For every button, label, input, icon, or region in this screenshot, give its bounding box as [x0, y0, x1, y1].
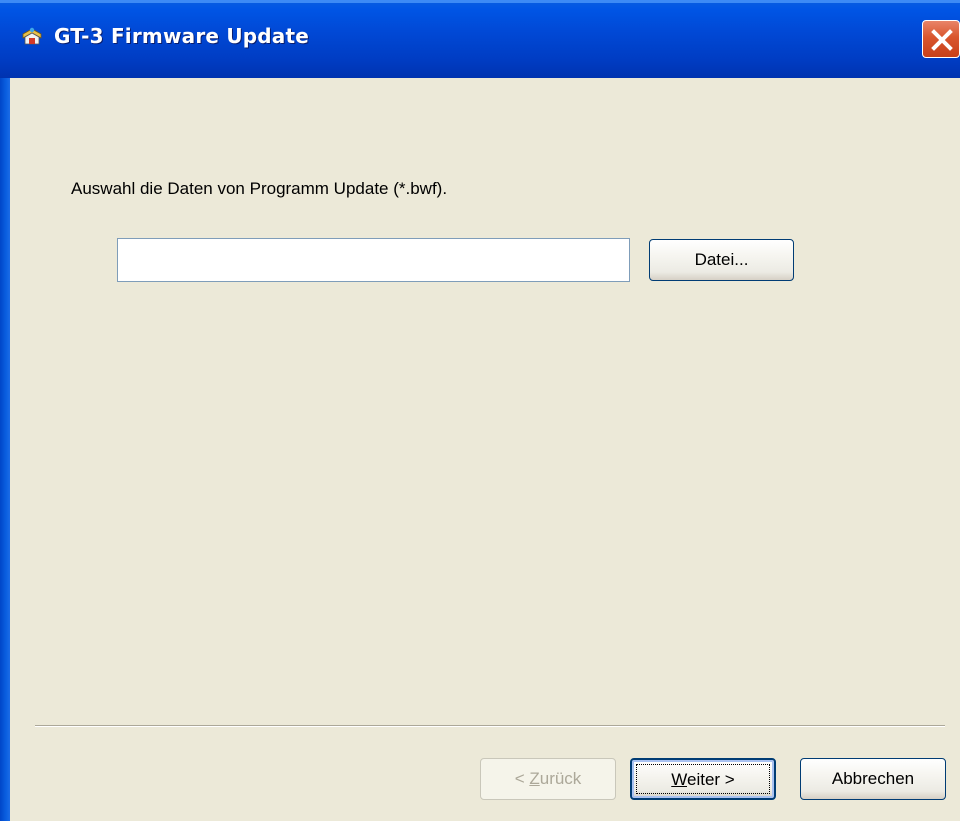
title-bar-highlight	[0, 0, 960, 3]
firmware-update-dialog: GT-3 Firmware Update Auswahl die Daten v…	[0, 0, 960, 821]
footer-separator	[35, 725, 945, 727]
back-label-rest: urück	[539, 769, 582, 788]
focus-rectangle	[636, 764, 770, 794]
title-bar[interactable]: GT-3 Firmware Update	[0, 0, 960, 78]
next-button[interactable]: Weiter >	[630, 758, 776, 800]
firmware-app-icon	[22, 27, 42, 45]
browse-file-button[interactable]: Datei...	[649, 239, 794, 281]
instruction-label: Auswahl die Daten von Programm Update (*…	[71, 179, 448, 198]
back-button[interactable]: < Zurück	[480, 758, 616, 800]
close-icon	[931, 29, 953, 51]
window-frame-left	[0, 78, 10, 821]
back-mnemonic: Z	[529, 769, 540, 788]
window-title: GT-3 Firmware Update	[54, 24, 310, 48]
close-button[interactable]	[922, 20, 960, 58]
cancel-button[interactable]: Abbrechen	[800, 758, 946, 800]
file-path-input[interactable]	[117, 238, 630, 282]
